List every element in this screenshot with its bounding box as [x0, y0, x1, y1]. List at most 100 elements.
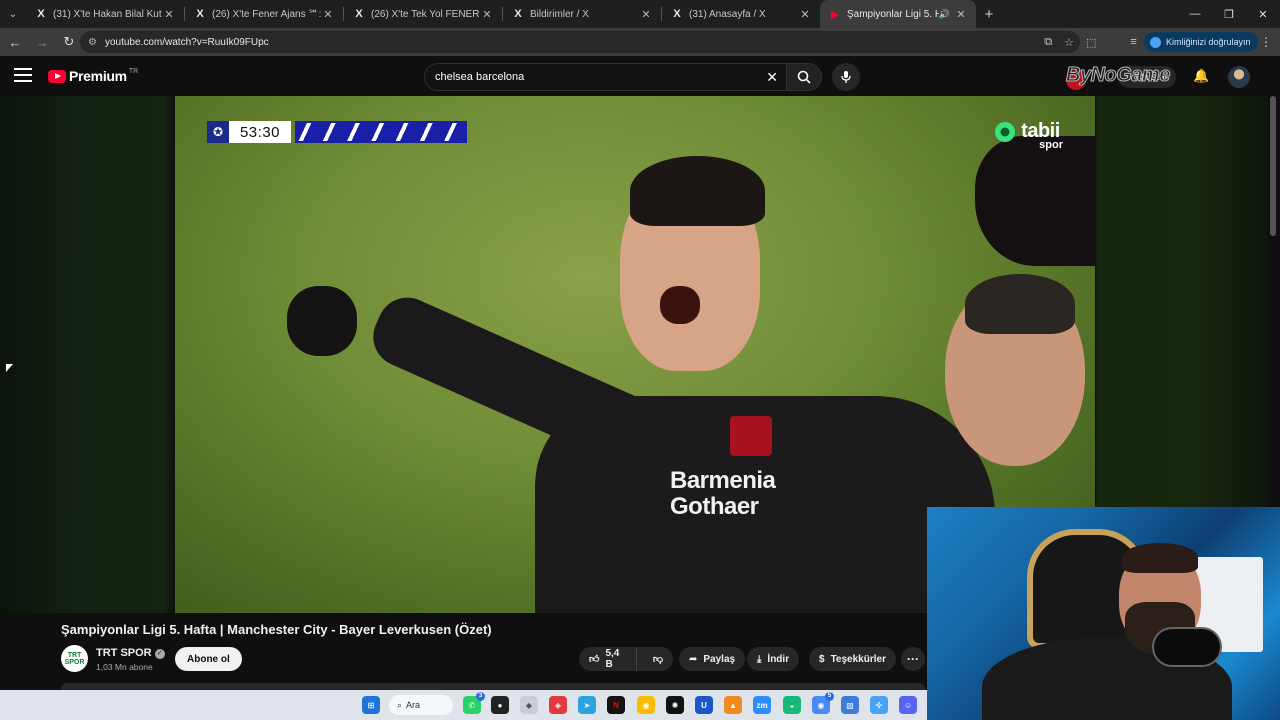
scorebug: ✪ 53:30 — [207, 121, 467, 143]
youtube-play-icon — [48, 69, 66, 83]
discord-icon[interactable]: ☺ — [899, 696, 917, 714]
verified-check-icon: ✓ — [154, 649, 165, 659]
subscriber-count: 1,03 Mn abone — [96, 662, 153, 672]
chrome-active-icon[interactable]: ◉ 5 — [812, 692, 834, 714]
x-favicon-icon: X — [355, 8, 363, 20]
windows-start-icon[interactable]: ⊞ — [362, 696, 380, 714]
mouse-cursor-icon — [6, 364, 13, 372]
address-bar[interactable]: ⚙ youtube.com/watch?v=RuuIk09FUpc ⧉ ☆ — [80, 31, 1080, 53]
window-controls: — ❐ ✕ — [1178, 0, 1280, 28]
photos-icon[interactable]: ▧ — [841, 696, 859, 714]
super-thanks-icon: $ — [819, 653, 825, 665]
new-tab-button[interactable]: + — [976, 0, 1002, 28]
reload-icon[interactable]: ↻ — [57, 30, 81, 54]
youtube-logo[interactable]: Premium TR — [48, 68, 138, 84]
match-clock: 53:30 — [229, 121, 291, 143]
extensions-icon[interactable]: ⬚ — [1086, 36, 1096, 49]
thumbs-up-icon: 👍︎ — [589, 654, 600, 665]
x-favicon-icon: X — [37, 8, 45, 20]
webcam-overlay — [927, 507, 1280, 720]
champions-league-icon: ✪ — [207, 121, 229, 143]
menu-icon[interactable] — [14, 68, 32, 82]
channel-avatar-text: TRT SPOR — [64, 651, 85, 666]
tab-title: (31) X'te Hakan Bilal Kutlualp: " — [53, 8, 162, 20]
clear-search-icon[interactable]: ✕ — [766, 69, 778, 86]
site-info-icon[interactable]: ⚙ — [88, 37, 97, 48]
tab-title: Şampiyonlar Ligi 5. Hafta | M — [847, 8, 939, 20]
close-tab-icon[interactable]: ✕ — [639, 8, 653, 21]
chrome-icon[interactable]: ◉ — [637, 696, 655, 714]
close-tab-icon[interactable]: ✕ — [480, 8, 494, 21]
voice-search-button[interactable] — [832, 63, 860, 91]
browser-tab[interactable]: X (26) X'te Fener Ajans ℠: "Bir taraf✕ — [185, 0, 343, 28]
close-tab-icon[interactable]: ✕ — [798, 8, 812, 21]
x-favicon-icon: X — [514, 8, 522, 20]
install-app-icon[interactable]: ⧉ — [1044, 36, 1052, 49]
vlc-icon[interactable]: ▲ — [724, 696, 742, 714]
notifications-bell-icon[interactable]: 🔔 — [1193, 68, 1209, 86]
broadcaster-sub: spor — [1039, 139, 1063, 151]
share-icon: ➦ — [689, 653, 698, 665]
app-icon[interactable]: ✣ — [870, 696, 888, 714]
more-actions-icon[interactable]: ··· — [901, 647, 925, 671]
page-scrollbar[interactable] — [1270, 96, 1276, 236]
download-icon: ⤓ — [757, 653, 762, 665]
browser-tab[interactable]: X Bildirimler / X ✕ — [503, 0, 661, 28]
close-tab-icon[interactable]: ✕ — [321, 8, 335, 21]
minimize-icon[interactable]: — — [1178, 0, 1212, 28]
openai-icon[interactable]: ✺ — [666, 696, 684, 714]
forward-icon[interactable]: → — [30, 30, 54, 54]
dislike-button[interactable]: 👎︎ — [643, 653, 673, 665]
media-control-icon[interactable]: ≡ — [1130, 36, 1136, 48]
app-icon[interactable]: ◈ — [549, 696, 567, 714]
like-button[interactable]: 👍︎ 5,4 B — [579, 647, 637, 671]
taskbar-search[interactable]: ⌕ Ara — [389, 695, 453, 715]
search-query: chelsea barcelona — [435, 71, 525, 83]
verify-label: Kimliğinizi doğrulayın — [1166, 37, 1251, 47]
tab-title: (31) Anasayfa / X — [689, 8, 766, 20]
like-count: 5,4 B — [605, 648, 620, 670]
netflix-icon[interactable]: N — [607, 696, 625, 714]
app-icon[interactable]: ◆ — [520, 696, 538, 714]
browser-tab[interactable]: X (31) Anasayfa / X ✕ — [662, 0, 820, 28]
bookmark-star-icon[interactable]: ☆ — [1064, 36, 1074, 49]
close-tab-icon[interactable]: ✕ — [162, 8, 176, 21]
share-label: Paylaş — [703, 653, 736, 665]
whatsapp-icon[interactable]: ✆ 3 — [463, 692, 485, 714]
speaker-icon[interactable]: 🔊 — [939, 9, 950, 20]
channel-avatar[interactable]: TRT SPOR — [61, 645, 88, 672]
search-button[interactable] — [786, 63, 822, 91]
video-title: Şampiyonlar Ligi 5. Hafta | Manchester C… — [61, 622, 492, 637]
close-window-icon[interactable]: ✕ — [1246, 0, 1280, 28]
browser-tab[interactable]: X (26) X'te Tek Yol FENER: "Fenerba✕ — [344, 0, 502, 28]
close-tab-icon[interactable]: ✕ — [954, 8, 968, 21]
webcam-person-hair — [1122, 543, 1198, 573]
channel-name[interactable]: TRT SPOR ✓ — [96, 647, 165, 659]
url-text: youtube.com/watch?v=RuuIk09FUpc — [104, 36, 269, 48]
download-button[interactable]: ⤓ İndir — [747, 647, 800, 671]
share-button[interactable]: ➦ Paylaş — [679, 647, 746, 671]
logo-text: Premium — [69, 68, 127, 84]
back-icon[interactable]: ← — [3, 30, 27, 54]
video-scene-fist — [287, 286, 357, 356]
verify-identity-button[interactable]: Kimliğinizi doğrulayın — [1144, 32, 1258, 52]
search-input[interactable]: chelsea barcelona ✕ — [424, 63, 786, 91]
account-avatar[interactable] — [1228, 66, 1250, 88]
restore-icon[interactable]: ❐ — [1212, 0, 1246, 28]
video-scene-player-hair — [630, 156, 765, 226]
telegram-icon[interactable]: ➤ — [578, 696, 596, 714]
browser-menu-icon[interactable]: ⋮ — [1260, 32, 1272, 52]
tab-search-button[interactable]: ⌄ — [0, 0, 26, 28]
subscribe-button[interactable]: Abone ol — [175, 647, 242, 671]
browser-tab-strip: ⌄ X(31) X'te Hakan Bilal Kutlualp: "✕ X(… — [0, 0, 1280, 28]
browser-tab-active[interactable]: ▶ Şampiyonlar Ligi 5. Hafta | M🔊 ✕ — [820, 0, 976, 28]
obs-icon[interactable]: ● — [491, 696, 509, 714]
search-icon: ⌕ — [397, 699, 403, 710]
thanks-button[interactable]: $ Teşekkürler — [809, 647, 896, 671]
download-label: İndir — [767, 653, 790, 665]
browser-tab[interactable]: X (31) X'te Hakan Bilal Kutlualp: "✕ — [26, 0, 184, 28]
app-icon[interactable]: U — [695, 696, 713, 714]
sponsor-line: Gothaer — [670, 493, 759, 520]
zoom-icon[interactable]: zm — [753, 696, 771, 714]
app-icon[interactable]: ◒ — [783, 696, 801, 714]
